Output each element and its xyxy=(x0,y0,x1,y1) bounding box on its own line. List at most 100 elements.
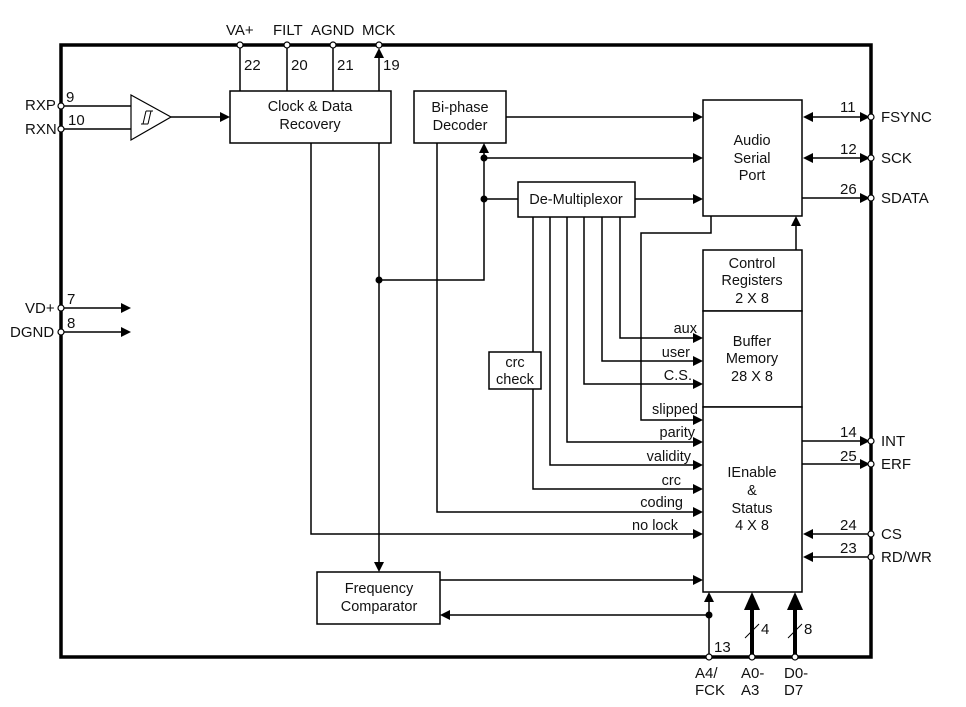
pin-label: FSYNC xyxy=(881,109,932,126)
arrow-right-icon xyxy=(220,112,230,122)
right-pin-sck: SCK 12 xyxy=(803,141,912,167)
block-label: check xyxy=(496,372,535,388)
block-crc-check: crc check xyxy=(488,351,542,390)
block-label: Decoder xyxy=(433,118,488,134)
pin-number: 8 xyxy=(67,315,75,332)
arrow-left-icon xyxy=(803,529,813,539)
block-label: De-Multiplexor xyxy=(529,192,623,208)
bottom-pin-a4-fck: 13 A4/ FCK xyxy=(695,639,731,699)
pin-number: 19 xyxy=(383,57,400,74)
arrow-up-icon xyxy=(479,143,489,153)
block-label: 2 X 8 xyxy=(735,291,769,307)
right-pin-sdata: SDATA 26 xyxy=(802,181,929,207)
block-enable-status: IEnable & Status 4 X 8 xyxy=(702,406,803,593)
arrow-up-icon xyxy=(791,216,801,226)
bus-width: 4 xyxy=(761,621,769,638)
block-frequency-comparator: Frequency Comparator xyxy=(316,571,441,625)
top-pin-va: VA+ 22 xyxy=(226,22,261,91)
pin-label: SDATA xyxy=(881,190,929,207)
pin-label: INT xyxy=(881,433,905,450)
pin-marker xyxy=(57,125,65,133)
signal-label-cs: C.S. xyxy=(664,368,692,384)
right-pin-erf: ERF 25 xyxy=(802,448,911,473)
pin-marker xyxy=(867,194,875,202)
left-pin-rxp: RXP 9 xyxy=(25,89,131,114)
block-control-registers: Control Registers 2 X 8 xyxy=(702,249,803,312)
schmitt-trigger-buffer xyxy=(130,93,173,142)
block-label: Port xyxy=(739,168,766,184)
block-audio-serial-port: Audio Serial Port xyxy=(702,99,803,217)
pin-label: AGND xyxy=(311,22,355,39)
block-label: Recovery xyxy=(279,117,341,133)
arrow-right-icon xyxy=(693,112,703,122)
signal-label-aux: aux xyxy=(674,321,698,337)
arrow-right-icon xyxy=(121,327,131,337)
arrow-up-icon xyxy=(787,592,803,610)
signal-label-no-lock: no lock xyxy=(632,518,679,534)
block-label: 4 X 8 xyxy=(735,518,769,534)
pin-number: 26 xyxy=(840,181,857,198)
signal-label-validity: validity xyxy=(647,449,692,465)
right-pin-fsync: FSYNC 11 xyxy=(803,99,932,126)
pin-label: D7 xyxy=(784,682,803,699)
arrow-right-icon xyxy=(693,529,703,539)
pin-number: 21 xyxy=(337,57,354,74)
arrow-left-icon xyxy=(803,153,813,163)
block-label: 28 X 8 xyxy=(731,369,773,385)
arrow-up-icon xyxy=(744,592,760,610)
right-pin-int: INT 14 xyxy=(802,424,905,450)
block-label: Comparator xyxy=(341,599,418,615)
pin-number: 20 xyxy=(291,57,308,74)
pin-label: DGND xyxy=(10,324,54,341)
pin-marker xyxy=(329,41,337,49)
arrow-right-icon xyxy=(693,575,703,585)
pin-label: D0- xyxy=(784,665,808,682)
pin-number: 14 xyxy=(840,424,857,441)
block-clock-data-recovery: Clock & Data Recovery xyxy=(229,90,392,144)
block-label: Control xyxy=(729,256,776,272)
left-pin-rxn: RXN 10 xyxy=(25,112,131,138)
pin-label: SCK xyxy=(881,150,912,167)
pin-marker xyxy=(236,41,244,49)
arrow-right-icon xyxy=(693,153,703,163)
pin-number: 24 xyxy=(840,517,857,534)
block-label: Serial xyxy=(733,151,770,167)
pin-label: MCK xyxy=(362,22,395,39)
pin-label: ERF xyxy=(881,456,911,473)
block-biphase-decoder: Bi-phase Decoder xyxy=(413,90,507,144)
right-pin-rdwr: RD/WR 23 xyxy=(803,540,932,566)
pin-number: 9 xyxy=(66,89,74,106)
block-label: Registers xyxy=(721,273,782,289)
pin-marker xyxy=(867,154,875,162)
pin-number: 25 xyxy=(840,448,857,465)
pin-marker xyxy=(57,102,65,110)
pin-number: 11 xyxy=(840,99,856,116)
pin-number: 10 xyxy=(68,112,85,129)
pin-label: A0- xyxy=(741,665,764,682)
signal-label-user: user xyxy=(662,345,690,361)
block-label: Clock & Data xyxy=(268,99,354,115)
block-label: IEnable xyxy=(727,465,776,481)
top-pin-filt: FILT 20 xyxy=(273,22,308,91)
pin-number: 22 xyxy=(244,57,261,74)
block-buffer-memory: Buffer Memory 28 X 8 xyxy=(702,310,803,408)
block-diagram: VA+ 22 FILT 20 AGND 21 MCK 19 RXP 9 RXN … xyxy=(10,22,932,699)
bus-width: 8 xyxy=(804,621,812,638)
pin-marker xyxy=(57,304,65,312)
bottom-bus-d0-d7: 8 D0- D7 xyxy=(784,592,812,699)
pin-label: VD+ xyxy=(25,300,55,317)
arrow-left-icon xyxy=(440,610,450,620)
signal-label-slipped: slipped xyxy=(652,402,698,418)
block-label: Frequency xyxy=(345,581,414,597)
pin-label: RD/WR xyxy=(881,549,932,566)
pin-number: 13 xyxy=(714,639,731,656)
arrow-left-icon xyxy=(803,112,813,122)
signal-label-parity: parity xyxy=(660,425,696,441)
arrow-right-icon xyxy=(693,484,703,494)
pin-marker xyxy=(57,328,65,336)
arrow-right-icon xyxy=(693,507,703,517)
pin-marker xyxy=(867,530,875,538)
top-pin-agnd: AGND 21 xyxy=(311,22,355,91)
block-label: & xyxy=(747,483,757,499)
pin-marker xyxy=(283,41,291,49)
